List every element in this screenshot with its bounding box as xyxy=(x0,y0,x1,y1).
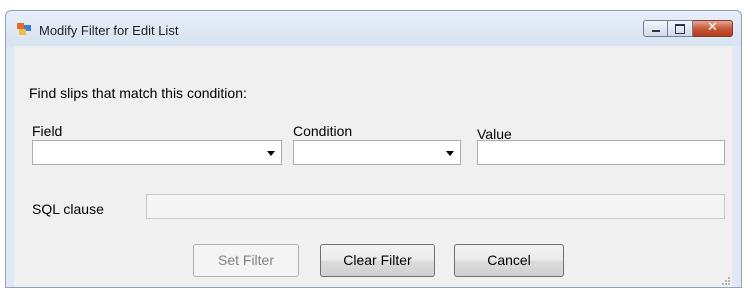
sql-clause-field xyxy=(146,194,725,219)
sql-clause-label: SQL clause xyxy=(32,201,104,217)
chevron-down-icon xyxy=(267,151,275,156)
maximize-button[interactable] xyxy=(668,20,693,37)
clear-filter-button[interactable]: Clear Filter xyxy=(320,244,435,277)
caption-buttons: ✕ xyxy=(643,20,733,38)
condition-label: Condition xyxy=(293,123,353,139)
chevron-down-icon xyxy=(446,151,454,156)
condition-dropdown[interactable] xyxy=(293,140,461,165)
instruction-label: Find slips that match this condition: xyxy=(29,85,247,101)
set-filter-button[interactable]: Set Filter xyxy=(193,244,299,277)
close-icon: ✕ xyxy=(707,20,718,35)
resize-grip-icon[interactable] xyxy=(721,276,731,286)
close-button[interactable]: ✕ xyxy=(693,20,733,37)
window-title: Modify Filter for Edit List xyxy=(39,23,179,38)
field-label: Field xyxy=(32,123,63,139)
cancel-button[interactable]: Cancel xyxy=(454,244,564,277)
title-bar[interactable]: Modify Filter for Edit List ✕ xyxy=(6,11,741,46)
field-dropdown[interactable] xyxy=(32,140,282,165)
value-input[interactable] xyxy=(477,140,725,165)
minimize-button[interactable] xyxy=(643,20,668,37)
dialog-window: Modify Filter for Edit List ✕ Find slips… xyxy=(5,10,742,288)
app-window-icon xyxy=(17,23,31,35)
dialog-client-area: Find slips that match this condition: Fi… xyxy=(14,46,732,287)
